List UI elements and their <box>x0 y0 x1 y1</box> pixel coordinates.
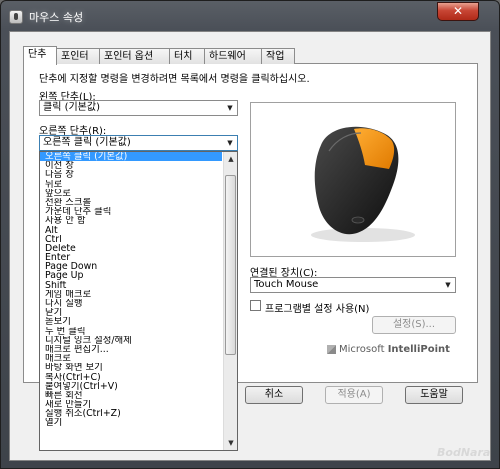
dropdown-option[interactable]: 매크로 편집기... <box>40 345 222 354</box>
chevron-down-icon[interactable]: ▼ <box>223 101 237 115</box>
left-button-value: 클릭 (기본값) <box>43 102 100 113</box>
scroll-down-icon[interactable]: ▼ <box>224 436 237 450</box>
dropdown-option[interactable]: 매크로 <box>40 354 222 363</box>
dropdown-option[interactable]: 돋보기 <box>40 317 222 326</box>
dropdown-option[interactable]: 실행 취소(Ctrl+Z) <box>40 409 222 418</box>
dropdown-option[interactable]: 디지털 잉크 설정/해제 <box>40 336 222 345</box>
touch-mouse-image <box>311 126 415 242</box>
dropdown-option[interactable]: 붙여넣기(Ctrl+V) <box>40 382 222 391</box>
dropdown-option[interactable]: 뒤로 <box>40 180 222 189</box>
dropdown-option[interactable]: Page Down <box>40 262 222 271</box>
brand-product: IntelliPoint <box>387 344 450 355</box>
dropdown-option[interactable]: 가운데 단추 클릭 <box>40 207 222 216</box>
dropdown-items: 오른쪽 클릭 (기본값) 이전 창 다음 창 뒤로 앞으로 전환 스크롤 가운데 단추 클릭… <box>40 152 237 428</box>
mouse-preview <box>250 102 456 257</box>
mouse-properties-window: 마우스 속성 ✕ 단추 포인터 포인터 옵션 터치 하드웨어 작업 단추에 지정… <box>0 0 500 469</box>
dropdown-option[interactable]: Page Up <box>40 271 222 280</box>
mouse-icon <box>9 10 23 24</box>
close-button[interactable]: ✕ <box>437 2 479 21</box>
dropdown-option[interactable]: 전환 스크롤 <box>40 198 222 207</box>
left-button-select[interactable]: 클릭 (기본값) ▼ <box>39 100 238 116</box>
help-button[interactable]: 도움말 <box>405 386 463 404</box>
brand-logo: Microsoft IntelliPoint <box>327 344 450 355</box>
dropdown-option[interactable]: Alt <box>40 226 222 235</box>
dropdown-option[interactable]: 닫기 <box>40 308 222 317</box>
dropdown-option[interactable]: 앞으로 <box>40 189 222 198</box>
scroll-up-icon[interactable]: ▲ <box>224 152 237 166</box>
dropdown-option[interactable]: 복사(Ctrl+C) <box>40 373 222 382</box>
dropdown-option[interactable]: Shift <box>40 281 222 290</box>
cancel-button[interactable]: 취소 <box>245 386 303 404</box>
dropdown-option[interactable]: 새로 만들기 <box>40 400 222 409</box>
device-value: Touch Mouse <box>254 279 319 290</box>
watermark: BodNara <box>437 446 491 459</box>
right-button-dropdown-list[interactable]: 오른쪽 클릭 (기본값) 이전 창 다음 창 뒤로 앞으로 전환 스크롤 가운데 단추 클릭… <box>39 151 238 451</box>
title-bar[interactable]: 마우스 속성 ✕ <box>1 1 499 31</box>
dropdown-option[interactable]: 열기 <box>40 418 222 427</box>
tab-hardware[interactable]: 하드웨어 <box>204 48 262 64</box>
dropdown-scrollbar[interactable]: ▲ ▼ <box>223 152 237 450</box>
dropdown-option[interactable]: 두 번 클릭 <box>40 327 222 336</box>
right-button-select[interactable]: 오른쪽 클릭 (기본값) ▼ <box>39 135 238 151</box>
settings-button[interactable]: 설정(S)... <box>372 316 456 334</box>
device-select[interactable]: Touch Mouse ▼ <box>250 277 456 293</box>
brand-company: Microsoft <box>339 344 385 355</box>
dropdown-option[interactable]: 다음 창 <box>40 170 222 179</box>
dropdown-option[interactable]: 빠른 회전 <box>40 391 222 400</box>
dropdown-option[interactable]: 사용 안 함 <box>40 216 222 225</box>
tab-touch[interactable]: 터치 <box>169 48 205 64</box>
dropdown-option[interactable]: 다시 실행 <box>40 299 222 308</box>
dropdown-option[interactable]: Ctrl <box>40 235 222 244</box>
tab-tasks[interactable]: 작업 <box>261 48 295 64</box>
dropdown-option[interactable]: 오른쪽 클릭 (기본값) <box>40 152 222 162</box>
tab-pointers[interactable]: 포인터 <box>56 48 100 64</box>
dropdown-option[interactable]: 바탕 화면 보기 <box>40 363 222 372</box>
dropdown-option[interactable]: 이전 창 <box>40 161 222 170</box>
program-settings-checkbox[interactable] <box>250 300 261 311</box>
tab-pointer-options[interactable]: 포인터 옵션 <box>99 48 170 64</box>
dropdown-option[interactable]: Delete <box>40 244 222 253</box>
scroll-thumb[interactable] <box>225 175 236 355</box>
dropdown-option[interactable]: Enter <box>40 253 222 262</box>
right-button-value: 오른쪽 클릭 (기본값) <box>43 137 131 148</box>
instruction-text: 단추에 지정할 명령을 변경하려면 목록에서 명령을 클릭하십시오. <box>39 74 310 85</box>
tab-buttons[interactable]: 단추 <box>23 46 57 65</box>
dropdown-option[interactable]: 게임 매크로 <box>40 290 222 299</box>
apply-button[interactable]: 적용(A) <box>325 386 383 404</box>
window-title: 마우스 속성 <box>29 11 84 24</box>
chevron-down-icon[interactable]: ▼ <box>223 136 237 150</box>
chevron-down-icon[interactable]: ▼ <box>441 278 455 292</box>
program-settings-label: 프로그램별 설정 사용(N) <box>265 304 370 315</box>
microsoft-logo-icon <box>327 345 336 354</box>
